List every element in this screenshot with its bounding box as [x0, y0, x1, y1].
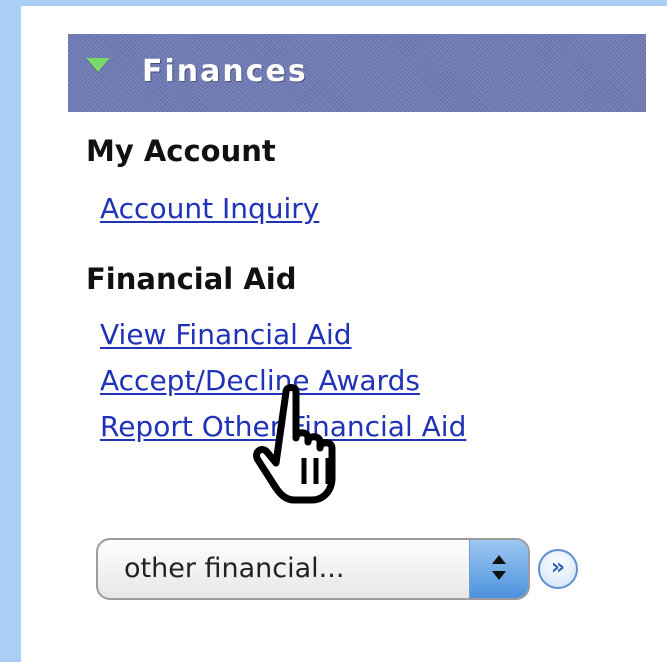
section-title: Finances — [142, 54, 308, 89]
financial-aid-heading: Financial Aid — [86, 262, 297, 296]
dropdown-stepper[interactable] — [469, 540, 528, 598]
financial-select-dropdown[interactable]: other financial... — [96, 538, 530, 600]
triangle-down-icon[interactable] — [86, 58, 110, 72]
chevron-up-icon — [492, 555, 506, 564]
view-financial-aid-link[interactable]: View Financial Aid — [100, 318, 352, 351]
hand-pointer-cursor-icon — [253, 384, 336, 504]
dropdown-selected-value: other financial... — [124, 553, 345, 584]
chevron-down-icon — [492, 571, 506, 580]
go-button[interactable]: » — [538, 549, 578, 589]
my-account-heading: My Account — [86, 134, 276, 168]
finances-header[interactable]: Finances — [68, 34, 646, 112]
account-inquiry-link[interactable]: Account Inquiry — [100, 192, 319, 225]
